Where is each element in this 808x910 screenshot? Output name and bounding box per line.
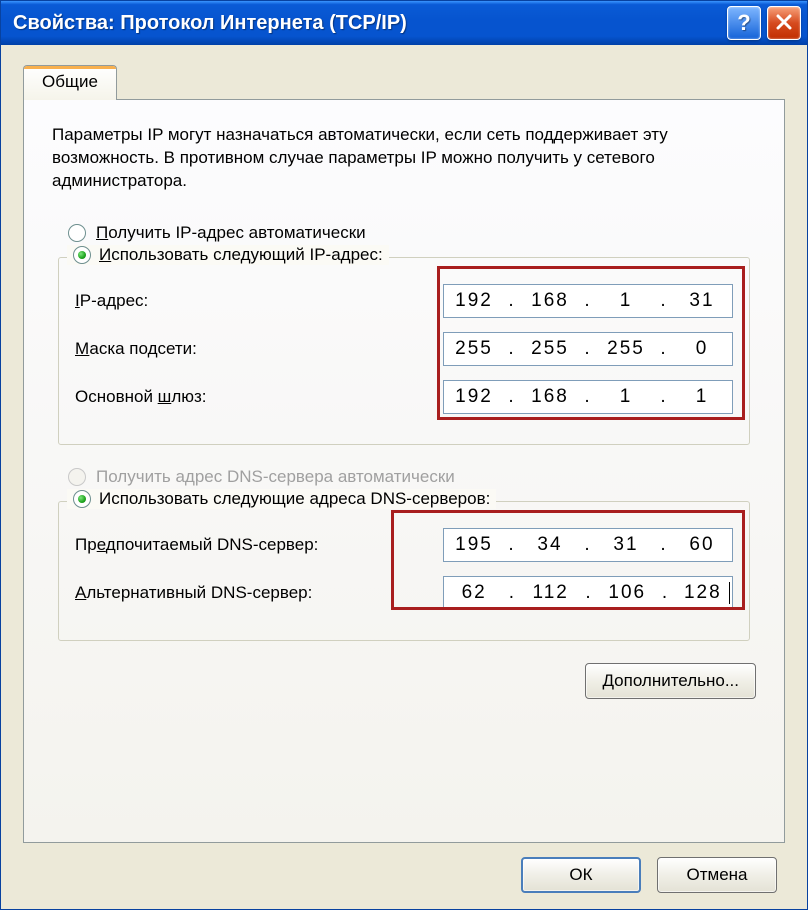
- radio-auto-ip-label: Получить IP-адрес автоматически: [96, 223, 366, 243]
- tab-panel: Параметры IP могут назначаться автоматич…: [23, 99, 785, 843]
- label-mask: Маска подсети:: [75, 339, 197, 359]
- tab-general[interactable]: Общие: [23, 65, 117, 100]
- client-area: Общие Параметры IP могут назначаться авт…: [1, 45, 807, 909]
- help-icon: ?: [737, 10, 750, 36]
- radio-icon: [73, 246, 91, 264]
- dialog-buttons: ОК Отмена: [23, 843, 785, 893]
- radio-manual-ip-label: Использовать следующий IP-адрес:: [99, 245, 383, 265]
- row-pref-dns: Предпочитаемый DNS-сервер: 195. 34. 31. …: [75, 528, 733, 562]
- label-alt-dns: Альтернативный DNS-сервер:: [75, 583, 312, 603]
- row-alt-dns: Альтернативный DNS-сервер: 62. 112. 106.…: [75, 576, 733, 610]
- radio-icon: [68, 224, 86, 242]
- advanced-row: Дополнительно...: [52, 663, 756, 699]
- tab-strip: Общие: [23, 65, 785, 99]
- fieldset-manual-dns: Использовать следующие адреса DNS-сервер…: [58, 501, 750, 641]
- window-title: Свойства: Протокол Интернета (TCP/IP): [13, 12, 727, 35]
- radio-manual-ip[interactable]: Использовать следующий IP-адрес:: [67, 245, 389, 265]
- radio-manual-dns[interactable]: Использовать следующие адреса DNS-сервер…: [67, 489, 496, 509]
- input-ip-address[interactable]: 192. 168. 1. 31: [443, 284, 733, 318]
- input-preferred-dns[interactable]: 195. 34. 31. 60: [443, 528, 733, 562]
- advanced-button[interactable]: Дополнительно...: [585, 663, 756, 699]
- radio-auto-dns-label: Получить адрес DNS-сервера автоматически: [96, 467, 455, 487]
- ok-button[interactable]: ОК: [521, 857, 641, 893]
- tab-general-label: Общие: [42, 72, 98, 91]
- radio-auto-dns: Получить адрес DNS-сервера автоматически: [68, 467, 756, 487]
- titlebar[interactable]: Свойства: Протокол Интернета (TCP/IP) ?: [1, 1, 807, 45]
- row-mask: Маска подсети: 255. 255. 255. 0: [75, 332, 733, 366]
- row-ip: IP-адрес: 192. 168. 1. 31: [75, 284, 733, 318]
- input-default-gateway[interactable]: 192. 168. 1. 1: [443, 380, 733, 414]
- radio-auto-ip[interactable]: Получить IP-адрес автоматически: [68, 223, 756, 243]
- radio-icon: [68, 468, 86, 486]
- row-gateway: Основной шлюз: 192. 168. 1. 1: [75, 380, 733, 414]
- dialog-window: Свойства: Протокол Интернета (TCP/IP) ? …: [0, 0, 808, 910]
- input-subnet-mask[interactable]: 255. 255. 255. 0: [443, 332, 733, 366]
- close-icon: [776, 10, 792, 36]
- fieldset-manual-ip: Использовать следующий IP-адрес: IP-адре…: [58, 257, 750, 445]
- description-text: Параметры IP могут назначаться автоматич…: [52, 124, 756, 193]
- label-ip: IP-адрес:: [75, 291, 148, 311]
- label-pref-dns: Предпочитаемый DNS-сервер:: [75, 535, 318, 555]
- help-button[interactable]: ?: [727, 6, 761, 40]
- cancel-button[interactable]: Отмена: [657, 857, 777, 893]
- label-gateway: Основной шлюз:: [75, 387, 207, 407]
- radio-icon: [73, 490, 91, 508]
- close-button[interactable]: [767, 6, 801, 40]
- radio-manual-dns-label: Использовать следующие адреса DNS-сервер…: [99, 489, 490, 509]
- input-alternate-dns[interactable]: 62. 112. 106. 128: [443, 576, 733, 610]
